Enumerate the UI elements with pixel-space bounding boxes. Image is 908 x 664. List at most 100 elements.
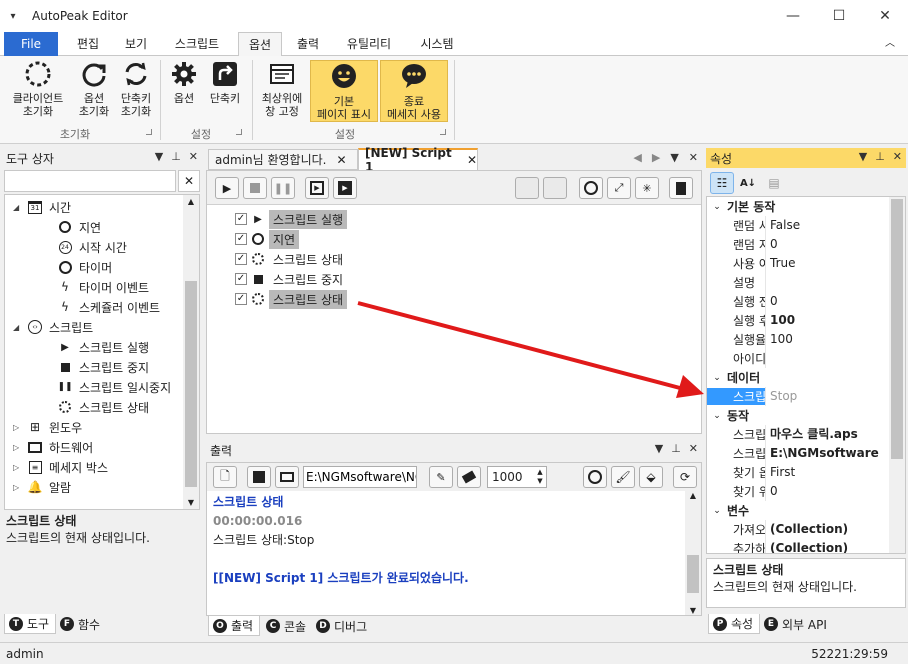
- collapse-arrow-icon[interactable]: ⌄: [707, 411, 727, 421]
- property-value[interactable]: [765, 349, 887, 368]
- close-button[interactable]: ✕: [862, 0, 908, 32]
- tab-properties[interactable]: P 속성: [708, 614, 761, 634]
- property-row[interactable]: 스크립트Stop: [707, 387, 887, 406]
- tree-item[interactable]: 스크립트 상태: [5, 397, 185, 417]
- options-button[interactable]: 옵션: [166, 60, 202, 122]
- expand-button[interactable]: ⤢: [607, 177, 631, 199]
- step-checkbox[interactable]: ✓: [235, 233, 247, 245]
- menu-script[interactable]: 스크립트: [164, 32, 230, 56]
- tree-category[interactable]: ▷ 하드웨어: [5, 437, 185, 457]
- property-row[interactable]: 찾기 옵션First: [707, 463, 887, 482]
- delete-button[interactable]: [669, 177, 693, 199]
- close-icon[interactable]: ✕: [689, 151, 698, 164]
- collapse-arrow-icon[interactable]: ⌄: [707, 373, 727, 383]
- run-selected-button[interactable]: ▶: [333, 177, 357, 199]
- group-launcher-icon[interactable]: [440, 129, 446, 135]
- stop-button[interactable]: [243, 177, 267, 199]
- property-value[interactable]: First: [765, 463, 887, 482]
- quick-access-menu-icon[interactable]: ▾: [2, 11, 24, 22]
- props-scrollbar[interactable]: [889, 197, 905, 553]
- output-scrollbar[interactable]: ▲ ▼: [685, 491, 701, 615]
- tree-category[interactable]: ◢ ‹› 스크립트: [5, 317, 185, 337]
- tab-external-api[interactable]: E 외부 API: [760, 614, 833, 634]
- minimize-button[interactable]: —: [770, 0, 816, 32]
- clean-button[interactable]: ✎: [429, 466, 453, 488]
- close-icon[interactable]: ✕: [893, 150, 902, 163]
- property-row[interactable]: 가져오기(Collection): [707, 520, 887, 539]
- step-checkbox[interactable]: ✓: [235, 293, 247, 305]
- property-row[interactable]: 아이디: [707, 349, 887, 368]
- property-value[interactable]: (Collection): [765, 539, 887, 553]
- tree-item[interactable]: 24 시작 시간: [5, 237, 185, 257]
- tab-script1[interactable]: [NEW] Script 1 ✕: [358, 146, 478, 174]
- property-row[interactable]: 추가하기(Collection): [707, 539, 887, 553]
- step-checkbox[interactable]: ✓: [235, 213, 247, 225]
- tree-item[interactable]: ❚❚ 스크립트 일시중지: [5, 377, 185, 397]
- log-path-input[interactable]: [303, 466, 417, 488]
- property-value[interactable]: 100: [765, 311, 887, 330]
- tab-output[interactable]: O 출력: [208, 616, 261, 636]
- property-row[interactable]: 실행 전 지0: [707, 292, 887, 311]
- reset-client-button[interactable]: 클라이언트 초기화: [4, 60, 72, 122]
- clear-search-icon[interactable]: ✕: [178, 170, 200, 192]
- tree-item[interactable]: 타이머: [5, 257, 185, 277]
- collapse-button[interactable]: ✳: [635, 177, 659, 199]
- menu-view[interactable]: 보기: [114, 32, 158, 56]
- tab-functions[interactable]: F 함수: [56, 614, 106, 634]
- script-step[interactable]: ✓ 스크립트 중지: [235, 269, 347, 289]
- close-icon[interactable]: ✕: [467, 153, 477, 167]
- script-step[interactable]: ✓ ▶ 스크립트 실행: [235, 209, 348, 229]
- property-value[interactable]: 0: [765, 292, 887, 311]
- property-value[interactable]: [765, 273, 887, 292]
- step-checkbox[interactable]: ✓: [235, 253, 247, 265]
- menu-utility[interactable]: 유틸리티: [336, 32, 402, 56]
- property-row[interactable]: 설명: [707, 273, 887, 292]
- shortcut-button[interactable]: 단축키: [204, 60, 246, 122]
- collapse-arrow-icon[interactable]: ◢: [13, 203, 19, 212]
- collapse-arrow-icon[interactable]: ⌄: [707, 506, 727, 516]
- show-default-page-button[interactable]: 기본 페이지 표시: [310, 60, 378, 122]
- property-row[interactable]: 사용 여부True: [707, 254, 887, 273]
- exit-message-button[interactable]: 종료 메세지 사용: [380, 60, 448, 122]
- menu-system[interactable]: 시스템: [410, 32, 464, 56]
- property-category[interactable]: ⌄ 데이터: [707, 368, 887, 387]
- erase-button[interactable]: [457, 466, 481, 488]
- step-checkbox[interactable]: ✓: [235, 273, 247, 285]
- group-launcher-icon[interactable]: [236, 129, 242, 135]
- dropdown-icon[interactable]: ▼: [655, 442, 663, 455]
- new-log-button[interactable]: 🗋: [213, 466, 237, 488]
- property-value[interactable]: True: [765, 254, 887, 273]
- property-row[interactable]: 실행율 100: [707, 330, 887, 349]
- menu-options[interactable]: 옵션: [238, 32, 282, 57]
- chevron-up-icon[interactable]: ︿: [880, 32, 900, 56]
- line-count-spinner[interactable]: 1000 ▲ ▼: [487, 466, 547, 488]
- property-value[interactable]: 100: [765, 330, 887, 349]
- script-step[interactable]: ✓ 지연: [235, 229, 300, 249]
- expand-arrow-icon[interactable]: ▷: [13, 443, 19, 452]
- tab-debug[interactable]: D 디버그: [312, 616, 373, 636]
- toolbox-search-input[interactable]: [4, 170, 176, 192]
- property-category[interactable]: ⌄ 동작: [707, 406, 887, 425]
- property-row[interactable]: 랜덤 지연0: [707, 235, 887, 254]
- scrollbar-thumb[interactable]: [687, 555, 699, 593]
- tab-console[interactable]: C 콘솔: [262, 616, 312, 636]
- pin-topmost-button[interactable]: 최상위에 창 고정: [256, 60, 308, 122]
- property-category[interactable]: ⌄ 기본 동작: [707, 197, 887, 216]
- property-value[interactable]: 0: [765, 482, 887, 501]
- property-value[interactable]: 0: [765, 235, 887, 254]
- toolbar-blank-button[interactable]: [543, 177, 567, 199]
- pin-icon[interactable]: ⊥: [171, 150, 181, 163]
- tab-tools[interactable]: T 도구: [4, 614, 57, 634]
- script-step[interactable]: ✓ 스크립트 상태: [235, 289, 348, 309]
- scroll-right-icon[interactable]: ▶: [652, 151, 660, 164]
- property-row[interactable]: 스크립트E:\NGMsoftware: [707, 444, 887, 463]
- toolbar-blank-button[interactable]: [515, 177, 539, 199]
- tree-item[interactable]: ϟ 스케쥴러 이벤트: [5, 297, 185, 317]
- property-value[interactable]: Stop: [765, 387, 887, 406]
- timer-button[interactable]: [579, 177, 603, 199]
- scrollbar-thumb[interactable]: [891, 199, 903, 459]
- property-row[interactable]: 찾기 위치0: [707, 482, 887, 501]
- tree-category[interactable]: ▷ ≡ 메세지 박스: [5, 457, 185, 477]
- expand-arrow-icon[interactable]: ▷: [13, 463, 19, 472]
- dropdown-icon[interactable]: ▼: [155, 150, 163, 163]
